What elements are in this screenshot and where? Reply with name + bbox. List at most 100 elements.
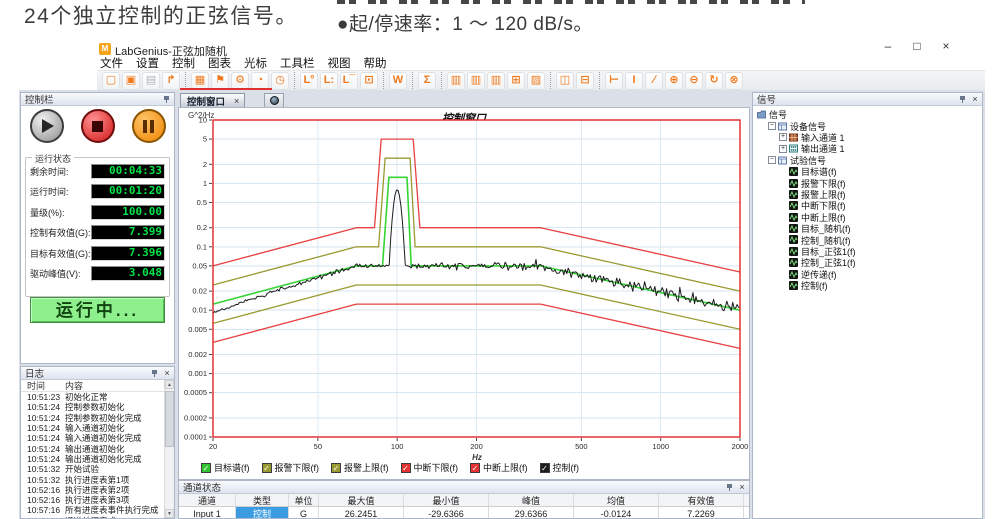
export-button[interactable]: ↱ [162, 72, 180, 90]
spectrum-view-1-button[interactable]: ▥ [447, 72, 465, 90]
menu-item-5[interactable]: 光标 [243, 55, 268, 71]
zoom-out-button[interactable]: ⊖ [685, 72, 703, 90]
schedule-flag-button[interactable]: ⚑ [211, 72, 229, 90]
test-setup-button[interactable]: ▦ [191, 72, 209, 90]
pin-icon[interactable] [725, 483, 734, 492]
tab-snapshot[interactable] [264, 93, 284, 107]
tree-item[interactable]: 报警下限(f) [753, 177, 982, 188]
run-status-group-label: 运行状态 [32, 152, 74, 165]
log-scrollbar[interactable]: ▲ ▼ [164, 380, 174, 518]
svg-text:10: 10 [199, 116, 207, 125]
cursor-vertical-button[interactable]: I [625, 72, 643, 90]
maximize-button[interactable]: □ [909, 39, 925, 53]
fit-view-button[interactable]: ⊗ [725, 72, 743, 90]
cursor-slope-button[interactable]: ∕ [645, 72, 663, 90]
new-file-button[interactable]: ▢ [102, 72, 120, 90]
menu-item-4[interactable]: 图表 [207, 55, 232, 71]
sum-statistics-button[interactable]: Σ [418, 72, 436, 90]
expand-icon[interactable]: + [779, 145, 787, 153]
expand-icon[interactable]: + [779, 133, 787, 141]
tab-close-icon[interactable]: × [234, 96, 239, 106]
cursor-horizontal-button[interactable]: ⊢ [605, 72, 623, 90]
scroll-down-icon[interactable]: ▼ [165, 509, 174, 518]
svg-text:500: 500 [575, 442, 588, 451]
log-time: 10:51:24 [21, 402, 65, 412]
close-button[interactable]: × [938, 39, 954, 53]
stop-button[interactable] [81, 109, 115, 143]
tree-item[interactable]: 信号 [753, 109, 982, 120]
layout-grid-button[interactable]: ⊟ [576, 72, 594, 90]
menu-item-2[interactable]: 设置 [135, 55, 160, 71]
combined-view-button[interactable]: ⊞ [507, 72, 525, 90]
control-settings-button[interactable]: ⚙ [231, 72, 249, 90]
pin-icon[interactable] [150, 369, 159, 378]
legend-item: ✓报警下限(f) [262, 461, 320, 474]
pause-button[interactable] [132, 109, 166, 143]
tab-control-window[interactable]: 控制窗口 × [180, 93, 245, 107]
tree-item[interactable]: −试验信号 [753, 155, 982, 166]
legend-checkbox[interactable]: ✓ [470, 463, 480, 473]
open-button[interactable]: ▤ [142, 72, 160, 90]
tree-item[interactable]: 中断下限(f) [753, 200, 982, 211]
tree-item[interactable]: 逆传递(f) [753, 268, 982, 279]
tree-item[interactable]: 控制(f) [753, 280, 982, 291]
tree-item[interactable]: 目标_正弦1(f) [753, 246, 982, 257]
transport-buttons [21, 109, 174, 143]
collapse-icon[interactable]: − [768, 156, 776, 164]
legend-checkbox[interactable]: ✓ [262, 463, 272, 473]
cursor-single-button[interactable]: L¯ [340, 72, 358, 90]
spectrum-view-3-button[interactable]: ▥ [487, 72, 505, 90]
tree-item[interactable]: 中断上限(f) [753, 212, 982, 223]
legend-checkbox[interactable]: ✓ [401, 463, 411, 473]
menu-item-7[interactable]: 视图 [327, 55, 352, 71]
tree-item[interactable]: 控制_正弦1(f) [753, 257, 982, 268]
copy-window-button[interactable]: ⊡ [360, 72, 378, 90]
tree-item[interactable]: +输入通道 1 [753, 132, 982, 143]
cursor-harmonic-button[interactable]: L: [320, 72, 338, 90]
layout-split-button[interactable]: ◫ [556, 72, 574, 90]
tree-item[interactable]: 报警上限(f) [753, 189, 982, 200]
edit-view-button[interactable]: ▨ [527, 72, 545, 90]
close-icon[interactable]: × [971, 95, 979, 104]
zoom-in-button[interactable]: ⊕ [665, 72, 683, 90]
cursor-peak-button[interactable]: L° [300, 72, 318, 90]
pin-icon[interactable] [958, 95, 967, 104]
status-row-3: 量级(%):100.00 [26, 205, 169, 220]
tree-item[interactable]: +输出通道 1 [753, 143, 982, 154]
limit-settings-button[interactable]: ◔ [251, 72, 269, 90]
channel-row[interactable]: Input 1控制G26.2451-29.636629.6366-0.01247… [179, 507, 749, 519]
spectrum-view-2-button[interactable]: ▥ [467, 72, 485, 90]
zoom-reset-button[interactable]: ↻ [705, 72, 723, 90]
control-bar-title-label: 控制栏 [25, 92, 54, 106]
minimize-button[interactable]: – [880, 39, 896, 53]
close-icon[interactable]: × [163, 369, 171, 378]
word-report-button[interactable]: W [389, 72, 407, 90]
doc-bullet: ●起/停速率：1 ～ 120 dB/s。 [337, 9, 593, 36]
legend-checkbox[interactable]: ✓ [540, 463, 550, 473]
menu-item-1[interactable]: 文件 [99, 55, 124, 71]
legend-checkbox[interactable]: ✓ [331, 463, 341, 473]
legend-item: ✓报警上限(f) [331, 461, 389, 474]
menu-item-3[interactable]: 控制 [171, 55, 196, 71]
scroll-thumb[interactable] [165, 391, 174, 447]
scroll-up-icon[interactable]: ▲ [165, 380, 174, 389]
pin-icon[interactable] [162, 95, 171, 104]
status-running-indicator: 运行中... [30, 297, 165, 323]
tree-item[interactable]: 目标谱(f) [753, 166, 982, 177]
channel-col-header: 最大值 [319, 494, 404, 506]
tree-item[interactable]: 控制_随机(f) [753, 234, 982, 245]
collapse-icon[interactable]: − [768, 122, 776, 130]
toolbar-separator [412, 72, 413, 89]
menu-item-8[interactable]: 帮助 [363, 55, 388, 71]
close-icon[interactable]: × [738, 483, 746, 492]
channel-cell: 控制 [236, 507, 289, 519]
tree-item[interactable]: 目标_随机(f) [753, 223, 982, 234]
save-button[interactable]: ▣ [122, 72, 140, 90]
play-button[interactable] [30, 109, 64, 143]
window-controls: – □ × [880, 39, 954, 53]
timer-button[interactable]: ◷ [271, 72, 289, 90]
tree-item[interactable]: −设备信号 [753, 120, 982, 131]
legend-checkbox[interactable]: ✓ [201, 463, 211, 473]
svg-text:0.05: 0.05 [192, 261, 207, 270]
menu-item-6[interactable]: 工具栏 [279, 55, 316, 71]
